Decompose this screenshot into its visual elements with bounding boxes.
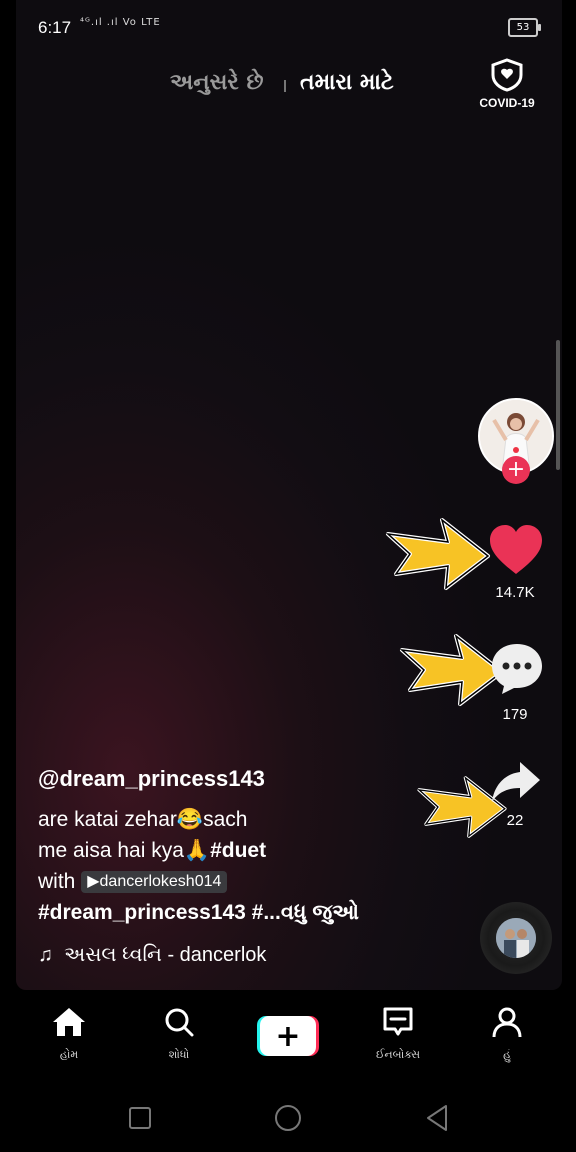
like-count: 14.7K	[495, 584, 535, 601]
hashtag-dream-princess[interactable]: #dream_princess143 #...	[38, 901, 281, 924]
pray-emoji: 🙏	[183, 839, 211, 862]
system-nav-bar	[0, 1076, 576, 1152]
share-icon[interactable]	[490, 760, 542, 804]
profile-icon	[492, 1007, 522, 1038]
covid-label: COVID-19	[479, 96, 535, 110]
creator-username[interactable]: @dream_princess143	[38, 766, 438, 792]
home-icon	[53, 1008, 85, 1036]
arrow-like-icon	[385, 518, 490, 590]
mention-username: dancerlokesh014	[99, 873, 222, 891]
music-disc[interactable]	[480, 902, 552, 974]
tab-following[interactable]: અનુસરે છે	[170, 70, 263, 95]
nav-home-label: હોમ	[59, 1048, 79, 1061]
covid-button[interactable]: COVID-19	[472, 58, 542, 110]
create-plus-label: +	[275, 1019, 300, 1054]
system-home-icon[interactable]	[274, 1104, 302, 1132]
nav-search[interactable]: શોધો	[139, 1006, 219, 1062]
see-more-link[interactable]: વધુ જુઓ	[281, 901, 359, 924]
follow-button[interactable]: +	[502, 456, 530, 484]
nav-profile[interactable]: હું	[467, 1006, 547, 1062]
comment-count: 179	[502, 706, 528, 723]
status-time: 6:17	[38, 18, 72, 37]
caption-text: are katai zehar😂sach me aisa hai kya🙏#du…	[38, 804, 438, 928]
search-icon	[165, 1008, 194, 1037]
caption-line3: with	[38, 870, 76, 893]
back-icon[interactable]	[424, 1104, 450, 1132]
share-count: 22	[506, 812, 524, 829]
laugh-emoji: 😂	[176, 808, 204, 831]
inbox-icon	[383, 1007, 413, 1036]
caption-line1: are katai zehar	[38, 808, 177, 831]
music-title: અસલ ધ્વનિ - dancerlok	[64, 944, 267, 966]
heart-icon[interactable]	[488, 524, 544, 576]
nav-home[interactable]: હોમ	[29, 1006, 109, 1062]
signal-indicator: ⁴ᴳ.ıl .ıl Vo LTE	[80, 17, 161, 28]
comment-icon[interactable]	[490, 642, 544, 694]
music-disc-cover	[496, 918, 536, 958]
nav-search-label: શોધો	[168, 1048, 190, 1061]
scrollbar[interactable]	[556, 340, 560, 470]
mention-tag[interactable]: ▶dancerlokesh014	[81, 871, 228, 894]
hashtag-duet[interactable]: #duet	[210, 839, 266, 862]
nav-inbox[interactable]: ઈનબોક્સ	[358, 1006, 438, 1062]
caption-line1-end: sach	[203, 808, 248, 831]
nav-profile-label: હું	[503, 1048, 511, 1061]
recent-apps-icon[interactable]	[128, 1106, 152, 1130]
video-caption: @dream_princess143 are katai zehar😂sach …	[38, 766, 438, 928]
tab-for-you[interactable]: તમારા માટે	[300, 70, 394, 95]
create-video-button[interactable]: +	[257, 1016, 319, 1056]
battery-indicator: 53	[508, 18, 541, 37]
status-bar: 6:17 ⁴ᴳ.ıl .ıl Vo LTE 53	[0, 0, 576, 56]
music-info[interactable]: ♫ અસલ ધ્વનિ - dancerlok	[38, 944, 266, 967]
music-note-icon: ♫	[38, 944, 53, 966]
caption-line2: me aisa hai kya	[38, 839, 184, 862]
tab-divider	[284, 80, 286, 92]
nav-inbox-label: ઈનબોક્સ	[375, 1048, 421, 1061]
shield-icon	[491, 58, 523, 92]
